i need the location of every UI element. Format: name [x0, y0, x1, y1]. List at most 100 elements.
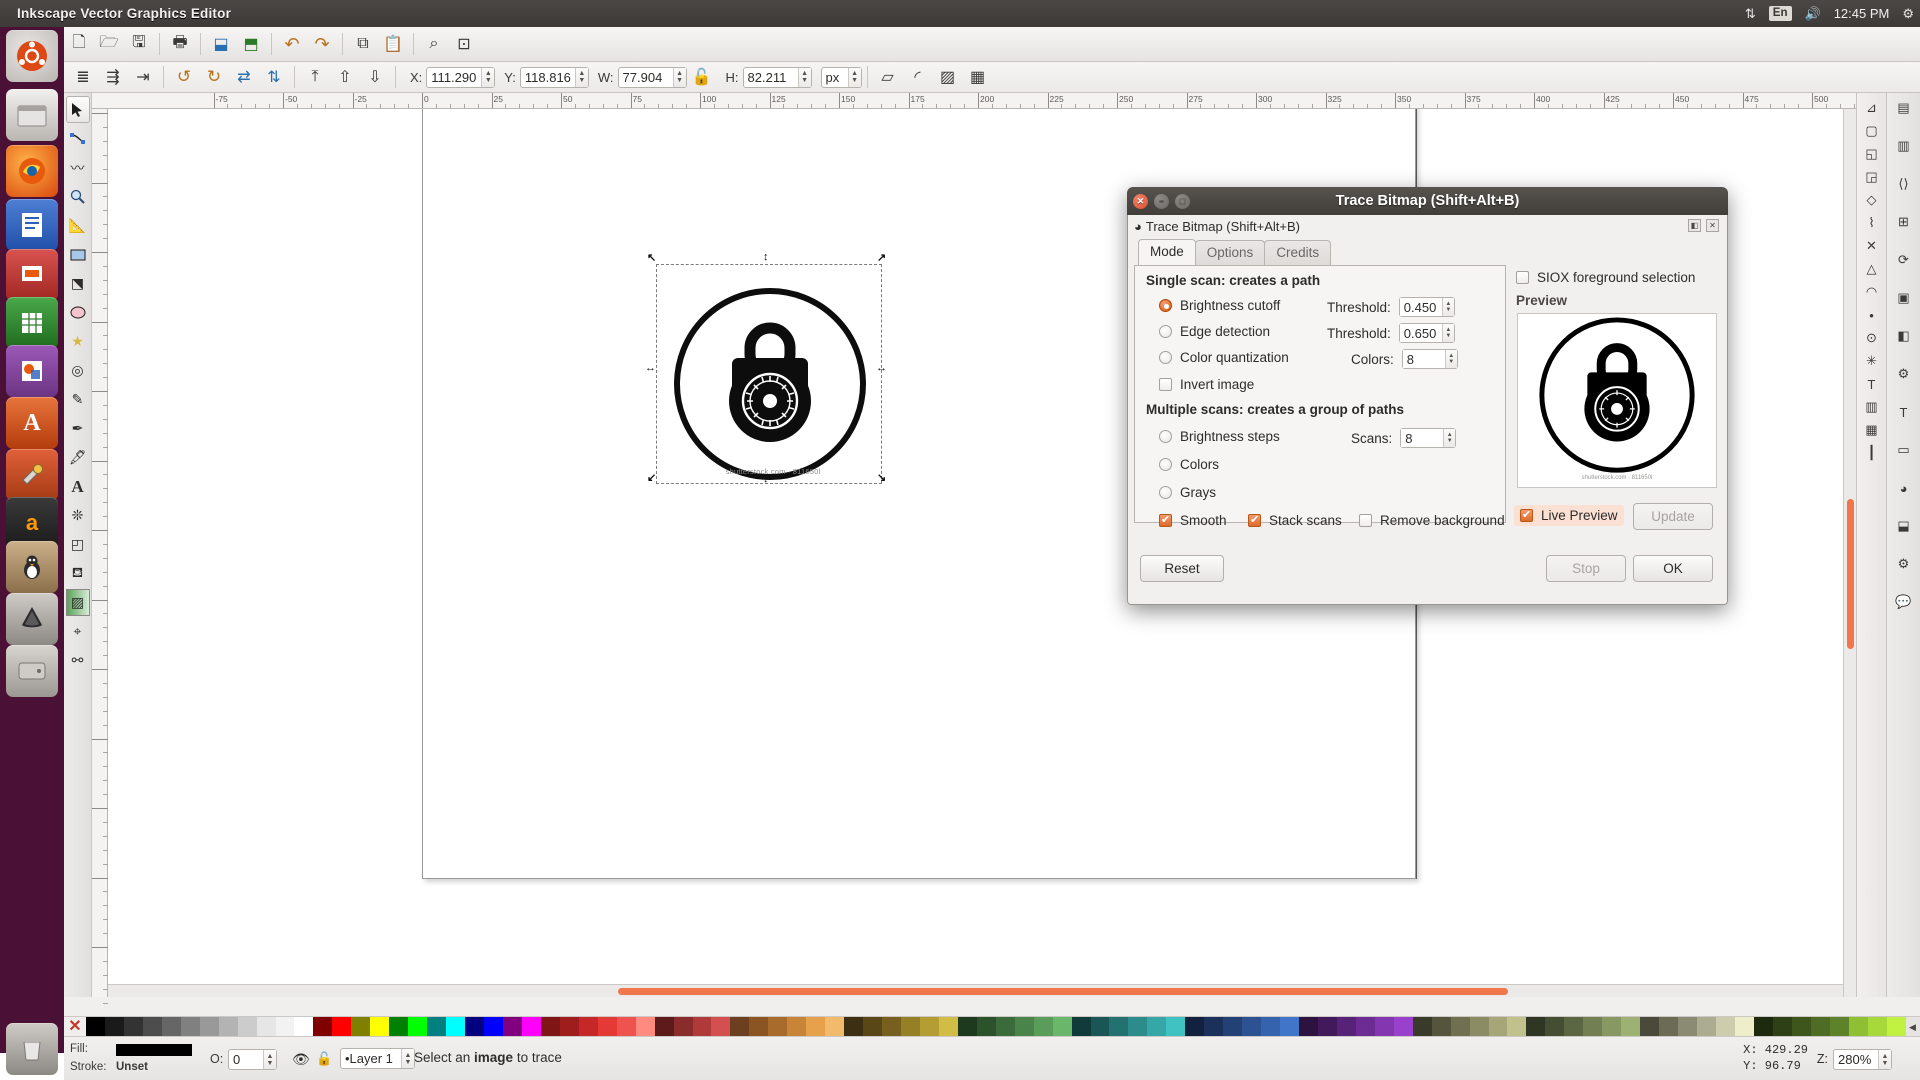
- palette-swatch[interactable]: [1109, 1017, 1128, 1037]
- raise-icon[interactable]: ⇧: [330, 62, 360, 92]
- palette-swatch[interactable]: [1034, 1017, 1053, 1037]
- measure-tool[interactable]: 📐: [66, 212, 90, 239]
- ellipse-tool[interactable]: [66, 299, 90, 326]
- tab-credits[interactable]: Credits: [1264, 240, 1331, 265]
- affect-patterns-icon[interactable]: ▦: [963, 62, 993, 92]
- x-spinner-arrows[interactable]: ▲▼: [481, 68, 494, 87]
- vertical-scrollbar-thumb[interactable]: [1847, 499, 1854, 649]
- palette-swatch[interactable]: [1413, 1017, 1432, 1037]
- select-same-icon[interactable]: ⇶: [98, 62, 128, 92]
- bucket-fill-tool[interactable]: ⛾: [66, 560, 90, 587]
- palette-swatch[interactable]: [1507, 1017, 1526, 1037]
- clock[interactable]: 12:45 PM: [1834, 6, 1890, 21]
- zoom-tool[interactable]: [66, 183, 90, 210]
- dropper-tool[interactable]: ⌖: [66, 618, 90, 645]
- palette-swatch[interactable]: [655, 1017, 674, 1037]
- export-icon[interactable]: ⬒: [236, 29, 266, 59]
- tab-options[interactable]: Options: [1195, 240, 1266, 265]
- palette-swatch[interactable]: [825, 1017, 844, 1037]
- colors-radio[interactable]: [1159, 458, 1172, 471]
- palette-swatch[interactable]: [1015, 1017, 1034, 1037]
- palette-swatch[interactable]: [882, 1017, 901, 1037]
- palette-swatch[interactable]: [1602, 1017, 1621, 1037]
- palette-swatch[interactable]: [503, 1017, 522, 1037]
- h-spinner-arrows[interactable]: ▲▼: [798, 68, 811, 87]
- rotate-90-cw-icon[interactable]: ↻: [199, 62, 229, 92]
- palette-swatch[interactable]: [276, 1017, 295, 1037]
- eye-icon[interactable]: 👁: [292, 1051, 310, 1068]
- snap-guides-icon[interactable]: ┃: [1860, 442, 1884, 464]
- deselect-icon[interactable]: ⇥: [128, 62, 158, 92]
- x-input[interactable]: [427, 68, 481, 87]
- w-spinner-arrows[interactable]: ▲▼: [673, 68, 686, 87]
- threshold-2-arrows[interactable]: ▲▼: [1442, 324, 1454, 342]
- palette-swatch[interactable]: [181, 1017, 200, 1037]
- palette-swatch[interactable]: [257, 1017, 276, 1037]
- palette-swatch[interactable]: [1318, 1017, 1337, 1037]
- document-properties-icon[interactable]: ▭: [1892, 439, 1916, 461]
- layer-arrows[interactable]: ▲▼: [401, 1049, 414, 1068]
- palette-swatch[interactable]: [1185, 1017, 1204, 1037]
- palette-scroll-arrow[interactable]: ◀: [1906, 1017, 1920, 1036]
- text-properties-icon[interactable]: T: [1892, 401, 1916, 423]
- transform-icon[interactable]: ⟳: [1892, 249, 1916, 271]
- snap-bbox-corner-icon[interactable]: ◲: [1860, 166, 1884, 188]
- threshold-1-arrows[interactable]: ▲▼: [1442, 298, 1454, 316]
- fill-stroke-icon[interactable]: ◧: [1892, 325, 1916, 347]
- footer-check-remove-background[interactable]: Remove background: [1359, 513, 1505, 528]
- network-up-down-icon[interactable]: ⇅: [1745, 6, 1756, 22]
- scans-spinner[interactable]: ▲▼: [1400, 428, 1456, 448]
- palette-swatch[interactable]: [1887, 1017, 1906, 1037]
- preferences-icon[interactable]: ⚙: [1892, 553, 1916, 575]
- palette-swatch[interactable]: [844, 1017, 863, 1037]
- launcher-item-help[interactable]: [6, 541, 58, 593]
- launcher-item-inkscape[interactable]: [6, 593, 58, 645]
- palette-swatch[interactable]: [1716, 1017, 1735, 1037]
- export-png-icon[interactable]: ⬓: [1892, 515, 1916, 537]
- layer-selector[interactable]: ▲▼: [340, 1048, 415, 1069]
- palette-swatch[interactable]: [1678, 1017, 1697, 1037]
- palette-swatch[interactable]: [1356, 1017, 1375, 1037]
- opacity-input[interactable]: [229, 1050, 263, 1069]
- siox-foreground-selection[interactable]: SIOX foreground selection: [1516, 270, 1695, 285]
- option-brightness-steps[interactable]: Brightness steps: [1159, 429, 1280, 444]
- affect-gradients-icon[interactable]: ▨: [933, 62, 963, 92]
- palette-swatch[interactable]: [806, 1017, 825, 1037]
- palette-swatch[interactable]: [427, 1017, 446, 1037]
- new-document-icon[interactable]: 🗋: [64, 29, 94, 59]
- select-all-icon[interactable]: ≣: [68, 62, 98, 92]
- brightness-steps-radio[interactable]: [1159, 430, 1172, 443]
- affect-rounded-corners-icon[interactable]: ◜: [903, 62, 933, 92]
- palette-swatch[interactable]: [863, 1017, 882, 1037]
- spray-tool[interactable]: ❊: [66, 502, 90, 529]
- palette-swatch[interactable]: [1811, 1017, 1830, 1037]
- palette-swatch[interactable]: [598, 1017, 617, 1037]
- live-preview-group[interactable]: Live Preview: [1514, 505, 1624, 526]
- opacity-arrows[interactable]: ▲▼: [263, 1050, 276, 1069]
- launcher-item-draw[interactable]: [6, 345, 58, 397]
- launcher-item-files[interactable]: [6, 89, 58, 141]
- palette-swatch[interactable]: [124, 1017, 143, 1037]
- threshold-1-input[interactable]: [1400, 298, 1442, 316]
- palette-swatch[interactable]: [560, 1017, 579, 1037]
- selection-handle-se[interactable]: ↘: [877, 473, 888, 484]
- palette-swatch[interactable]: [674, 1017, 693, 1037]
- open-document-icon[interactable]: 🗁: [94, 29, 124, 59]
- volume-icon[interactable]: 🔊: [1805, 6, 1821, 22]
- palette-swatch[interactable]: [768, 1017, 787, 1037]
- palette-swatch[interactable]: [1261, 1017, 1280, 1037]
- palette-swatch[interactable]: [1072, 1017, 1091, 1037]
- palette-swatch[interactable]: [1280, 1017, 1299, 1037]
- edge-detection-radio[interactable]: [1159, 325, 1172, 338]
- keyboard-layout-indicator[interactable]: En: [1769, 6, 1792, 21]
- zoom-selection-icon[interactable]: ⌕: [419, 29, 449, 59]
- layers-icon[interactable]: ▣: [1892, 287, 1916, 309]
- flip-vertical-icon[interactable]: ⇅: [259, 62, 289, 92]
- unlock-icon[interactable]: 🔓: [316, 1051, 332, 1067]
- palette-swatch[interactable]: [939, 1017, 958, 1037]
- trace-bitmap-icon[interactable]: ◕: [1892, 477, 1916, 499]
- horizontal-ruler[interactable]: -75-50-250255075100125150175200225250275…: [92, 93, 1920, 109]
- selector-tool[interactable]: [66, 96, 90, 123]
- colors-arrows[interactable]: ▲▼: [1445, 350, 1457, 368]
- palette-swatch[interactable]: [313, 1017, 332, 1037]
